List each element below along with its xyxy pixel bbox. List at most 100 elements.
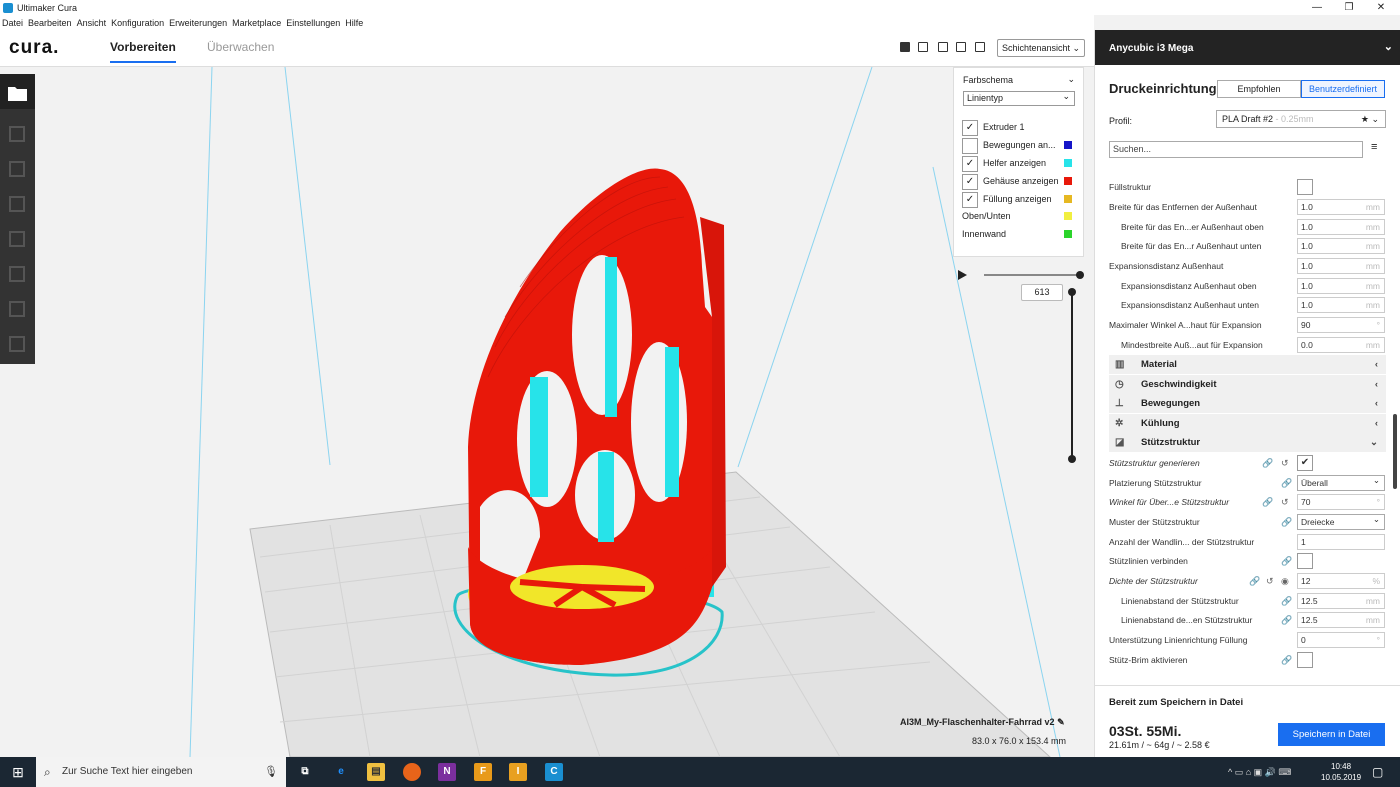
custom-support-button[interactable] (0, 329, 35, 364)
toggle-shell[interactable]: ✓ Gehäuse anzeigen (962, 173, 1078, 190)
setting-input[interactable]: 12% (1297, 573, 1385, 589)
open-file-button[interactable] (0, 74, 35, 109)
taskbar-search-input[interactable]: ⌕ Zur Suche Text hier eingeben 🎙 (36, 757, 286, 787)
setting-input[interactable]: 1.0 mm (1297, 199, 1385, 215)
menu-hilfe[interactable]: Hilfe (345, 18, 363, 28)
menu-datei[interactable]: Datei (2, 18, 23, 28)
view-top-icon[interactable] (938, 42, 948, 52)
legend-top-bottom: Oben/Unten (962, 208, 1078, 224)
reset-icon[interactable]: ↺ (1266, 571, 1274, 591)
setting-select[interactable]: Dreiecke (1297, 512, 1385, 530)
task-view-icon[interactable]: ⧉ (296, 763, 314, 781)
category-material[interactable]: ▥ Material ‹ (1109, 355, 1386, 374)
layer-bottom-handle[interactable] (1068, 455, 1076, 463)
setting-checkbox[interactable] (1297, 652, 1313, 668)
setting-input[interactable]: 1.0 mm (1297, 258, 1385, 274)
system-tray[interactable]: ^ ▭ ⌂ ▣ 🔊 ⌨ (1228, 757, 1291, 787)
checkbox[interactable]: ✓ (962, 191, 978, 208)
collapse-chevron-icon[interactable]: ⌄ (1067, 74, 1075, 85)
onenote-icon[interactable]: N (438, 763, 456, 781)
setting-input[interactable]: 12.5 mm (1297, 593, 1385, 609)
app-i-icon[interactable]: I (509, 763, 527, 781)
setting-input[interactable]: 0 ° (1297, 632, 1385, 648)
color-scheme-select[interactable]: Linientyp ⌄ (963, 91, 1075, 106)
setting-input[interactable]: 1.0 mm (1297, 278, 1385, 294)
menu-marketplace[interactable]: Marketplace (232, 18, 281, 28)
category-cooling[interactable]: ✲ Kühlung ‹ (1109, 414, 1386, 433)
setting-checkbox[interactable] (1297, 553, 1313, 569)
tab-monitor[interactable]: Überwachen (207, 40, 274, 54)
category-support[interactable]: ◪ Stützstruktur ⌄ (1109, 433, 1386, 452)
info-icon[interactable]: ◉ (1281, 571, 1289, 591)
3d-viewport[interactable] (0, 67, 1094, 757)
microphone-icon[interactable]: 🎙 (264, 757, 278, 787)
checkbox[interactable]: ✓ (962, 155, 978, 172)
simulation-handle[interactable] (1076, 271, 1084, 279)
per-model-settings-button[interactable] (0, 259, 35, 294)
view-type-select[interactable]: Schichtenansicht ⌄ (997, 39, 1085, 57)
rotate-tool-button[interactable] (0, 189, 35, 224)
setting-input[interactable]: 0.0 mm (1297, 337, 1385, 353)
move-tool-button[interactable] (0, 119, 35, 154)
clock[interactable]: 10:48 10.05.2019 (1321, 761, 1361, 783)
play-icon[interactable] (958, 270, 967, 280)
notification-icon[interactable]: ▢ (1372, 765, 1383, 779)
start-button[interactable]: ⊞ (0, 757, 36, 787)
checkbox[interactable] (962, 137, 978, 154)
setting-input[interactable]: 1 (1297, 534, 1385, 550)
layer-top-handle[interactable] (1068, 288, 1076, 296)
setting-unit: mm (1365, 340, 1380, 350)
toggle-extruder-1[interactable]: ✓ Extruder 1 (962, 119, 1078, 136)
setting-select[interactable]: Überall (1297, 473, 1385, 491)
reset-icon[interactable]: ↺ (1281, 453, 1289, 473)
view-left-icon[interactable] (956, 42, 966, 52)
printer-selector[interactable]: Anycubic i3 Mega ⌄ (1095, 30, 1400, 65)
edit-pencil-icon[interactable]: ✎ (1057, 717, 1065, 727)
toggle-infill[interactable]: ✓ Füllung anzeigen (962, 191, 1078, 208)
checkbox[interactable]: ✓ (962, 173, 978, 190)
maximize-button[interactable]: ❐ (1334, 0, 1364, 15)
close-button[interactable]: ✕ (1366, 0, 1396, 15)
setting-checkbox[interactable] (1297, 179, 1313, 195)
setting-input[interactable]: 12.5 mm (1297, 612, 1385, 628)
app-f-icon[interactable]: F (474, 763, 492, 781)
setting-input[interactable]: 1.0 mm (1297, 297, 1385, 313)
setting-input[interactable]: 1.0 mm (1297, 219, 1385, 235)
save-to-file-button[interactable]: Speichern in Datei (1278, 723, 1385, 746)
settings-search-input[interactable]: Suchen... (1109, 141, 1363, 158)
toggle-travel-moves[interactable]: Bewegungen an... (962, 137, 1078, 154)
setting-input[interactable]: 1.0 mm (1297, 238, 1385, 254)
support-blocker-button[interactable] (0, 294, 35, 329)
firefox-icon[interactable] (403, 763, 421, 781)
tab-prepare[interactable]: Vorbereiten (110, 40, 176, 63)
view-front-icon[interactable] (918, 42, 928, 52)
setting-input[interactable]: 70 ° (1297, 494, 1385, 510)
category-travel[interactable]: ⊥ Bewegungen ‹ (1109, 394, 1386, 413)
custom-mode-button[interactable]: Benutzerdefiniert (1301, 80, 1385, 98)
checkbox[interactable]: ✓ (962, 119, 978, 136)
cura-taskbar-icon[interactable]: C (545, 763, 563, 781)
menu-konfiguration[interactable]: Konfiguration (111, 18, 164, 28)
settings-menu-icon[interactable]: ≡ (1371, 141, 1377, 153)
menu-erweiterungen[interactable]: Erweiterungen (169, 18, 227, 28)
file-explorer-icon[interactable]: ▤ (367, 763, 385, 781)
view-3d-icon[interactable] (900, 42, 910, 52)
edge-icon[interactable]: e (332, 763, 350, 781)
category-speed[interactable]: ◷ Geschwindigkeit ‹ (1109, 375, 1386, 394)
recommended-mode-button[interactable]: Empfohlen (1217, 80, 1301, 98)
setting-checkbox[interactable]: ✔ (1297, 455, 1313, 471)
setting-input[interactable]: 90 ° (1297, 317, 1385, 333)
menu-bearbeiten[interactable]: Bearbeiten (28, 18, 72, 28)
mirror-tool-button[interactable] (0, 224, 35, 259)
minimize-button[interactable]: — (1302, 0, 1332, 15)
scale-tool-button[interactable] (0, 154, 35, 189)
layer-number-input[interactable]: 613 (1021, 284, 1063, 301)
toggle-helpers[interactable]: ✓ Helfer anzeigen (962, 155, 1078, 172)
layer-slider[interactable] (950, 262, 1090, 472)
reset-icon[interactable]: ↺ (1281, 492, 1289, 512)
profile-select[interactable]: PLA Draft #2 - 0.25mm ★ ⌄ (1216, 110, 1386, 128)
menu-ansicht[interactable]: Ansicht (77, 18, 107, 28)
view-right-icon[interactable] (975, 42, 985, 52)
settings-scrollbar[interactable] (1393, 414, 1397, 489)
menu-einstellungen[interactable]: Einstellungen (286, 18, 340, 28)
